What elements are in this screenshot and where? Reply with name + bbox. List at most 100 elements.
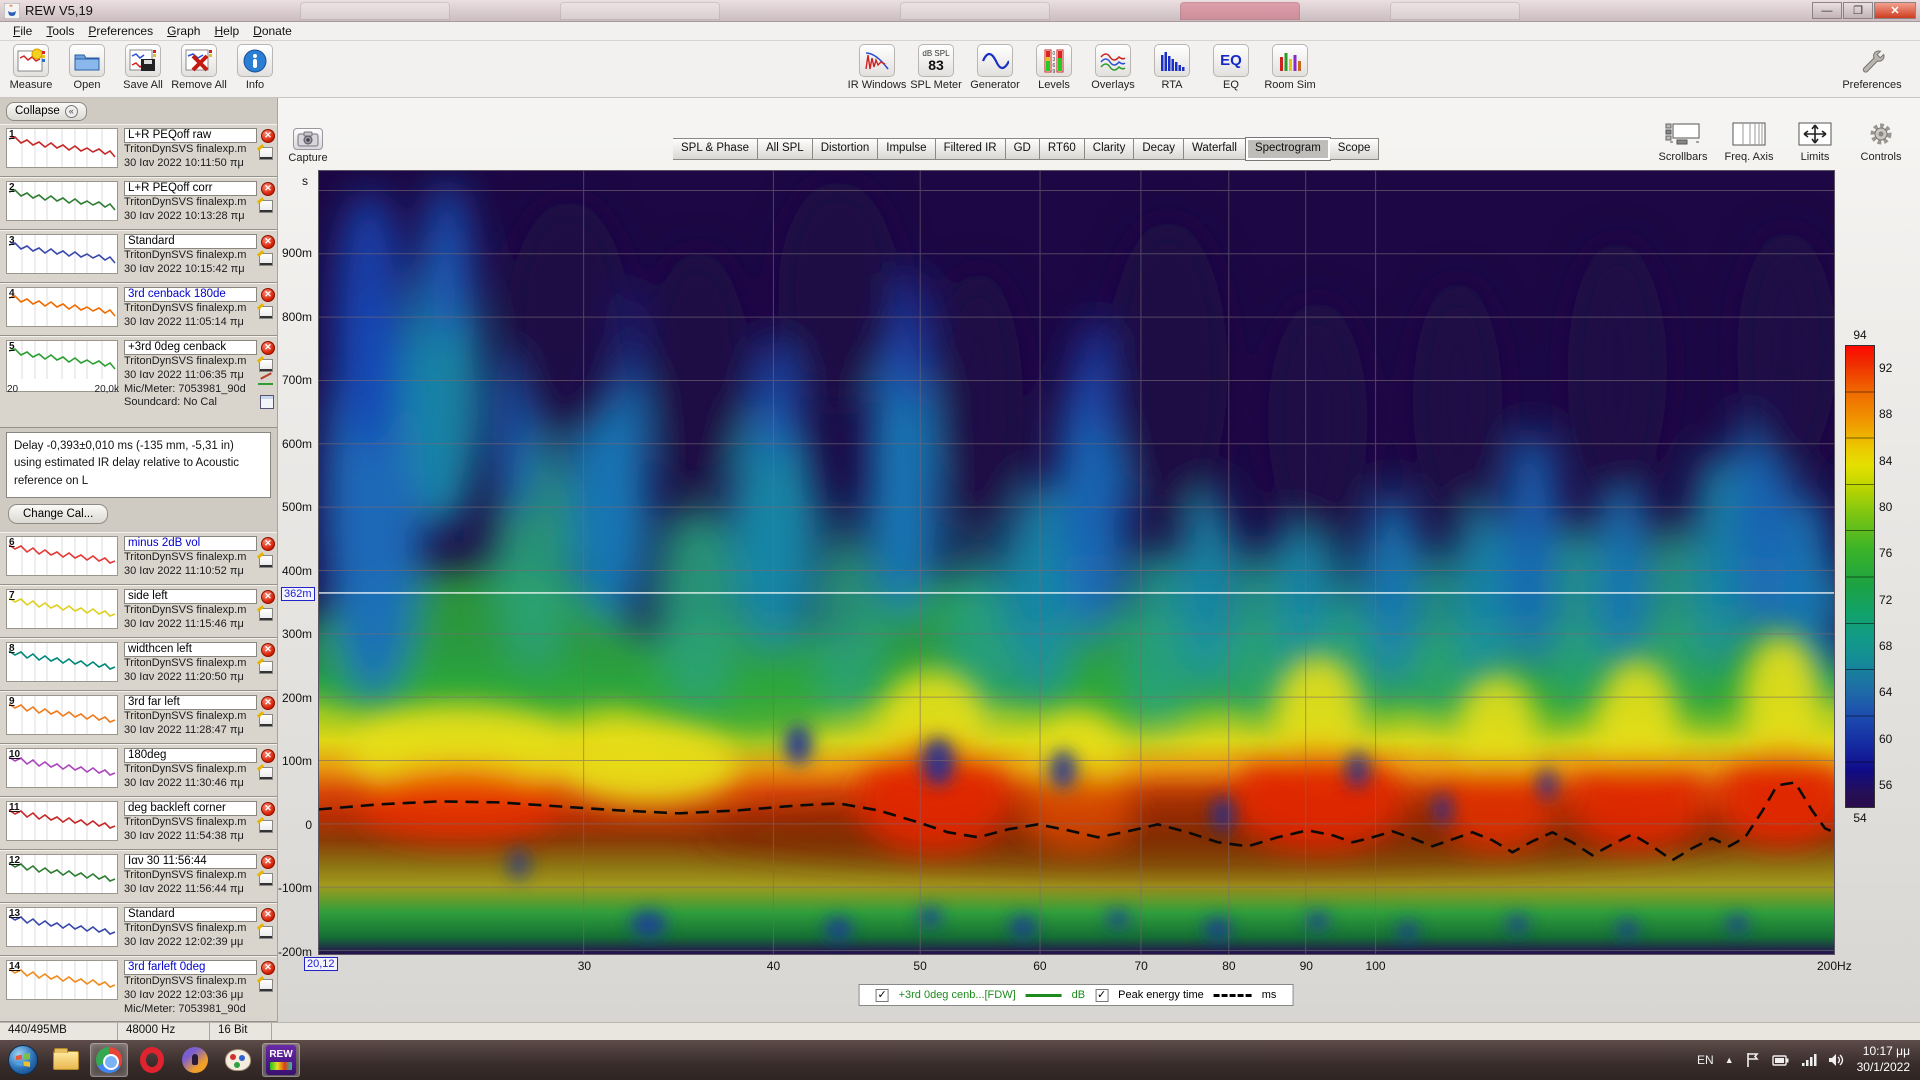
spectrogram-plot[interactable] xyxy=(318,170,1835,955)
taskbar-file-explorer[interactable] xyxy=(47,1043,85,1077)
info-button[interactable]: Info xyxy=(230,44,280,91)
measurement-card[interactable]: 8 widthcen left ✕ TritonDynSVS finalexp.… xyxy=(0,638,277,691)
notes-icon[interactable] xyxy=(259,359,273,372)
capture-button[interactable]: Capture xyxy=(286,128,330,164)
delete-measurement-icon[interactable]: ✕ xyxy=(261,287,275,302)
taskbar-paint[interactable] xyxy=(219,1043,257,1077)
network-signal-icon[interactable] xyxy=(1801,1053,1817,1067)
notes-icon[interactable] xyxy=(259,555,273,568)
rta-button[interactable]: RTA xyxy=(1147,44,1197,91)
taskbar-opera[interactable] xyxy=(133,1043,171,1077)
controls-button[interactable]: Controls xyxy=(1852,120,1910,163)
menu-preferences[interactable]: Preferences xyxy=(81,23,160,39)
graph-tab[interactable]: Spectrogram xyxy=(1244,137,1331,161)
measurement-name-input[interactable]: 3rd cenback 180de xyxy=(124,287,257,302)
taskbar-chrome[interactable] xyxy=(90,1043,128,1077)
change-cal-button[interactable]: Change Cal... xyxy=(8,504,109,524)
measurement-name-input[interactable]: 180deg xyxy=(124,748,257,763)
measurement-name-input[interactable]: 3rd far left xyxy=(124,695,257,710)
measurement-card[interactable]: 3 Standard ✕ TritonDynSVS finalexp.m 30 … xyxy=(0,230,277,283)
measurement-thumbnail[interactable]: 10 xyxy=(6,748,118,788)
measurement-name-input[interactable]: minus 2dB vol xyxy=(124,536,257,551)
menu-graph[interactable]: Graph xyxy=(160,23,207,39)
measurement-thumbnail[interactable]: 4 xyxy=(6,287,118,327)
measurement-card[interactable]: 13 Standard ✕ TritonDynSVS finalexp.m 30… xyxy=(0,903,277,956)
restore-button[interactable]: ❐ xyxy=(1843,2,1873,19)
measurement-card[interactable]: 4 3rd cenback 180de ✕ TritonDynSVS final… xyxy=(0,283,277,336)
save-all-button[interactable]: Save All xyxy=(118,44,168,91)
measurement-thumbnail[interactable]: 6 xyxy=(6,536,118,576)
measurement-card[interactable]: 9 3rd far left ✕ TritonDynSVS finalexp.m… xyxy=(0,691,277,744)
eq-button[interactable]: EQ EQ xyxy=(1206,44,1256,91)
graph-tab[interactable]: All SPL xyxy=(757,138,813,160)
delete-measurement-icon[interactable]: ✕ xyxy=(261,181,275,196)
measurement-card[interactable]: 12 Ιαν 30 11:56:44 ✕ TritonDynSVS finale… xyxy=(0,850,277,903)
measurement-thumbnail[interactable]: 3 xyxy=(6,234,118,274)
battery-icon[interactable] xyxy=(1771,1053,1790,1067)
volume-icon[interactable] xyxy=(1828,1053,1846,1067)
remove-all-button[interactable]: Remove All xyxy=(171,44,227,91)
measurement-card[interactable]: 5 20 20,0k +3rd 0deg cenback ✕ TritonDyn… xyxy=(0,336,277,428)
peak-energy-checkbox[interactable]: ✓ xyxy=(1095,988,1109,1002)
open-button[interactable]: Open xyxy=(62,44,112,91)
measurement-thumbnail[interactable]: 8 xyxy=(6,642,118,682)
notes-icon[interactable] xyxy=(259,714,273,727)
delete-measurement-icon[interactable]: ✕ xyxy=(261,234,275,249)
generator-button[interactable]: Generator xyxy=(970,44,1020,91)
measurement-thumbnail[interactable]: 11 xyxy=(6,801,118,841)
notes-icon[interactable] xyxy=(259,253,273,266)
minimize-button[interactable]: — xyxy=(1812,2,1842,19)
notes-icon[interactable] xyxy=(259,608,273,621)
overlays-button[interactable]: Overlays xyxy=(1088,44,1138,91)
graph-tab[interactable]: SPL & Phase xyxy=(673,138,758,160)
measurement-name-input[interactable]: 3rd farleft 0deg xyxy=(124,960,257,975)
notes-icon[interactable] xyxy=(259,661,273,674)
measurement-name-input[interactable]: L+R PEQoff raw xyxy=(124,128,257,143)
delete-measurement-icon[interactable]: ✕ xyxy=(261,128,275,143)
clock[interactable]: 10:17 μμ 30/1/2022 xyxy=(1857,1044,1910,1075)
ir-windows-button[interactable]: IR Windows xyxy=(848,44,906,91)
scrollbars-button[interactable]: Scrollbars xyxy=(1654,120,1712,163)
delete-measurement-icon[interactable]: ✕ xyxy=(261,536,275,551)
measurement-thumbnail[interactable]: 2 xyxy=(6,181,118,221)
notes-icon[interactable] xyxy=(259,979,273,992)
notes-icon[interactable] xyxy=(259,306,273,319)
graph-tab[interactable]: Distortion xyxy=(812,138,879,160)
measurement-thumbnail[interactable]: 7 xyxy=(6,589,118,629)
measurement-thumbnail[interactable]: 12 xyxy=(6,854,118,894)
delete-measurement-icon[interactable]: ✕ xyxy=(261,642,275,657)
taskbar-firefox[interactable] xyxy=(176,1043,214,1077)
menu-tools[interactable]: Tools xyxy=(39,23,81,39)
graph-tab[interactable]: Clarity xyxy=(1084,138,1135,160)
delete-measurement-icon[interactable]: ✕ xyxy=(261,748,275,763)
graph-tab[interactable]: Impulse xyxy=(878,138,936,160)
delete-measurement-icon[interactable]: ✕ xyxy=(261,589,275,604)
delete-measurement-icon[interactable]: ✕ xyxy=(261,695,275,710)
measurement-name-input[interactable]: widthcen left xyxy=(124,642,257,657)
notes-icon[interactable] xyxy=(259,926,273,939)
taskbar-rew[interactable]: REW xyxy=(262,1043,300,1077)
measure-button[interactable]: Measure xyxy=(6,44,56,91)
delete-measurement-icon[interactable]: ✕ xyxy=(261,801,275,816)
trace-checkbox[interactable]: ✓ xyxy=(875,988,889,1002)
measurement-card[interactable]: 11 deg backleft corner ✕ TritonDynSVS fi… xyxy=(0,797,277,850)
action-center-flag-icon[interactable] xyxy=(1745,1052,1761,1068)
measurement-card[interactable]: 2 L+R PEQoff corr ✕ TritonDynSVS finalex… xyxy=(0,177,277,230)
measurement-name-input[interactable]: +3rd 0deg cenback xyxy=(124,340,257,355)
measurement-thumbnail[interactable]: 5 20 20,0k xyxy=(6,340,119,395)
graph-tab[interactable]: Filtered IR xyxy=(935,138,1006,160)
measurement-name-input[interactable]: L+R PEQoff corr xyxy=(124,181,257,196)
measurement-card[interactable]: 6 minus 2dB vol ✕ TritonDynSVS finalexp.… xyxy=(0,532,277,585)
levels-button[interactable]: 0369 Levels xyxy=(1029,44,1079,91)
delete-measurement-icon[interactable]: ✕ xyxy=(261,960,275,975)
notes-icon[interactable] xyxy=(259,200,273,213)
measurement-name-input[interactable]: deg backleft corner xyxy=(124,801,257,816)
measurement-card[interactable]: 14 3rd farleft 0deg ✕ TritonDynSVS final… xyxy=(0,956,277,1022)
room-sim-button[interactable]: Room Sim xyxy=(1264,44,1316,91)
graph-tab[interactable]: Decay xyxy=(1134,138,1184,160)
collapse-button[interactable]: Collapse « xyxy=(6,101,87,121)
measurement-card[interactable]: 7 side left ✕ TritonDynSVS finalexp.m 30… xyxy=(0,585,277,638)
close-button[interactable]: ✕ xyxy=(1874,2,1916,19)
notes-icon[interactable] xyxy=(259,820,273,833)
menu-donate[interactable]: Donate xyxy=(246,23,299,39)
